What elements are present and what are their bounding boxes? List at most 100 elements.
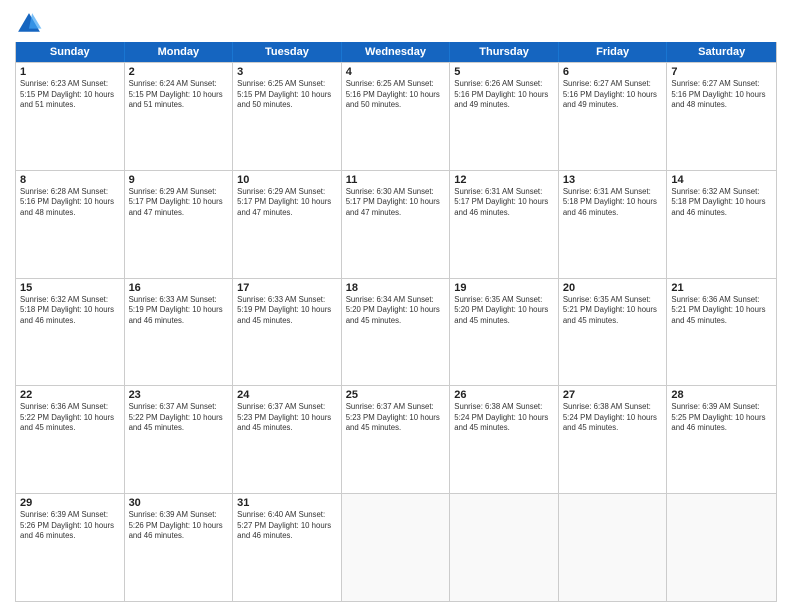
day-number: 30 xyxy=(129,497,229,509)
day-number: 23 xyxy=(129,389,229,401)
cell-info: Sunrise: 6:29 AM Sunset: 5:17 PM Dayligh… xyxy=(237,187,337,219)
day-number: 17 xyxy=(237,282,337,294)
cell-info: Sunrise: 6:26 AM Sunset: 5:16 PM Dayligh… xyxy=(454,79,554,111)
calendar-cell: 15Sunrise: 6:32 AM Sunset: 5:18 PM Dayli… xyxy=(16,279,125,386)
calendar-cell: 19Sunrise: 6:35 AM Sunset: 5:20 PM Dayli… xyxy=(450,279,559,386)
day-number: 4 xyxy=(346,66,446,78)
calendar-cell: 25Sunrise: 6:37 AM Sunset: 5:23 PM Dayli… xyxy=(342,386,451,493)
calendar-cell: 23Sunrise: 6:37 AM Sunset: 5:22 PM Dayli… xyxy=(125,386,234,493)
logo xyxy=(15,10,47,38)
cell-info: Sunrise: 6:37 AM Sunset: 5:23 PM Dayligh… xyxy=(346,402,446,434)
day-number: 2 xyxy=(129,66,229,78)
day-number: 5 xyxy=(454,66,554,78)
weekday-header: Thursday xyxy=(450,42,559,62)
cell-info: Sunrise: 6:31 AM Sunset: 5:17 PM Dayligh… xyxy=(454,187,554,219)
calendar-cell: 31Sunrise: 6:40 AM Sunset: 5:27 PM Dayli… xyxy=(233,494,342,601)
calendar-cell: 5Sunrise: 6:26 AM Sunset: 5:16 PM Daylig… xyxy=(450,63,559,170)
day-number: 11 xyxy=(346,174,446,186)
day-number: 18 xyxy=(346,282,446,294)
calendar-cell: 9Sunrise: 6:29 AM Sunset: 5:17 PM Daylig… xyxy=(125,171,234,278)
weekday-header: Sunday xyxy=(16,42,125,62)
logo-icon xyxy=(15,10,43,38)
weekday-header: Friday xyxy=(559,42,668,62)
cell-info: Sunrise: 6:32 AM Sunset: 5:18 PM Dayligh… xyxy=(20,295,120,327)
calendar-row: 29Sunrise: 6:39 AM Sunset: 5:26 PM Dayli… xyxy=(16,493,776,601)
calendar-body: 1Sunrise: 6:23 AM Sunset: 5:15 PM Daylig… xyxy=(16,62,776,601)
calendar: SundayMondayTuesdayWednesdayThursdayFrid… xyxy=(15,42,777,602)
calendar-cell xyxy=(450,494,559,601)
calendar-cell: 8Sunrise: 6:28 AM Sunset: 5:16 PM Daylig… xyxy=(16,171,125,278)
cell-info: Sunrise: 6:27 AM Sunset: 5:16 PM Dayligh… xyxy=(671,79,772,111)
calendar-cell: 1Sunrise: 6:23 AM Sunset: 5:15 PM Daylig… xyxy=(16,63,125,170)
weekday-header: Monday xyxy=(125,42,234,62)
day-number: 7 xyxy=(671,66,772,78)
cell-info: Sunrise: 6:33 AM Sunset: 5:19 PM Dayligh… xyxy=(237,295,337,327)
calendar-cell: 22Sunrise: 6:36 AM Sunset: 5:22 PM Dayli… xyxy=(16,386,125,493)
calendar-cell: 18Sunrise: 6:34 AM Sunset: 5:20 PM Dayli… xyxy=(342,279,451,386)
calendar-cell: 10Sunrise: 6:29 AM Sunset: 5:17 PM Dayli… xyxy=(233,171,342,278)
calendar-cell: 13Sunrise: 6:31 AM Sunset: 5:18 PM Dayli… xyxy=(559,171,668,278)
day-number: 26 xyxy=(454,389,554,401)
day-number: 19 xyxy=(454,282,554,294)
day-number: 9 xyxy=(129,174,229,186)
cell-info: Sunrise: 6:35 AM Sunset: 5:21 PM Dayligh… xyxy=(563,295,663,327)
calendar-cell: 30Sunrise: 6:39 AM Sunset: 5:26 PM Dayli… xyxy=(125,494,234,601)
cell-info: Sunrise: 6:40 AM Sunset: 5:27 PM Dayligh… xyxy=(237,510,337,542)
day-number: 24 xyxy=(237,389,337,401)
weekday-header: Saturday xyxy=(667,42,776,62)
day-number: 13 xyxy=(563,174,663,186)
calendar-row: 22Sunrise: 6:36 AM Sunset: 5:22 PM Dayli… xyxy=(16,385,776,493)
calendar-cell: 7Sunrise: 6:27 AM Sunset: 5:16 PM Daylig… xyxy=(667,63,776,170)
calendar-header: SundayMondayTuesdayWednesdayThursdayFrid… xyxy=(16,42,776,62)
calendar-cell: 28Sunrise: 6:39 AM Sunset: 5:25 PM Dayli… xyxy=(667,386,776,493)
day-number: 6 xyxy=(563,66,663,78)
cell-info: Sunrise: 6:39 AM Sunset: 5:26 PM Dayligh… xyxy=(129,510,229,542)
cell-info: Sunrise: 6:25 AM Sunset: 5:15 PM Dayligh… xyxy=(237,79,337,111)
cell-info: Sunrise: 6:29 AM Sunset: 5:17 PM Dayligh… xyxy=(129,187,229,219)
calendar-cell: 17Sunrise: 6:33 AM Sunset: 5:19 PM Dayli… xyxy=(233,279,342,386)
calendar-cell: 2Sunrise: 6:24 AM Sunset: 5:15 PM Daylig… xyxy=(125,63,234,170)
cell-info: Sunrise: 6:30 AM Sunset: 5:17 PM Dayligh… xyxy=(346,187,446,219)
cell-info: Sunrise: 6:34 AM Sunset: 5:20 PM Dayligh… xyxy=(346,295,446,327)
calendar-cell: 3Sunrise: 6:25 AM Sunset: 5:15 PM Daylig… xyxy=(233,63,342,170)
day-number: 8 xyxy=(20,174,120,186)
day-number: 3 xyxy=(237,66,337,78)
cell-info: Sunrise: 6:32 AM Sunset: 5:18 PM Dayligh… xyxy=(671,187,772,219)
day-number: 20 xyxy=(563,282,663,294)
day-number: 27 xyxy=(563,389,663,401)
calendar-cell: 12Sunrise: 6:31 AM Sunset: 5:17 PM Dayli… xyxy=(450,171,559,278)
day-number: 31 xyxy=(237,497,337,509)
cell-info: Sunrise: 6:39 AM Sunset: 5:25 PM Dayligh… xyxy=(671,402,772,434)
calendar-cell: 16Sunrise: 6:33 AM Sunset: 5:19 PM Dayli… xyxy=(125,279,234,386)
cell-info: Sunrise: 6:38 AM Sunset: 5:24 PM Dayligh… xyxy=(563,402,663,434)
calendar-cell: 4Sunrise: 6:25 AM Sunset: 5:16 PM Daylig… xyxy=(342,63,451,170)
cell-info: Sunrise: 6:24 AM Sunset: 5:15 PM Dayligh… xyxy=(129,79,229,111)
calendar-cell: 29Sunrise: 6:39 AM Sunset: 5:26 PM Dayli… xyxy=(16,494,125,601)
day-number: 12 xyxy=(454,174,554,186)
calendar-cell xyxy=(667,494,776,601)
calendar-row: 8Sunrise: 6:28 AM Sunset: 5:16 PM Daylig… xyxy=(16,170,776,278)
day-number: 28 xyxy=(671,389,772,401)
calendar-cell: 11Sunrise: 6:30 AM Sunset: 5:17 PM Dayli… xyxy=(342,171,451,278)
day-number: 16 xyxy=(129,282,229,294)
cell-info: Sunrise: 6:28 AM Sunset: 5:16 PM Dayligh… xyxy=(20,187,120,219)
calendar-cell: 27Sunrise: 6:38 AM Sunset: 5:24 PM Dayli… xyxy=(559,386,668,493)
calendar-row: 1Sunrise: 6:23 AM Sunset: 5:15 PM Daylig… xyxy=(16,62,776,170)
calendar-cell xyxy=(559,494,668,601)
calendar-cell: 24Sunrise: 6:37 AM Sunset: 5:23 PM Dayli… xyxy=(233,386,342,493)
calendar-cell: 26Sunrise: 6:38 AM Sunset: 5:24 PM Dayli… xyxy=(450,386,559,493)
day-number: 15 xyxy=(20,282,120,294)
weekday-header: Tuesday xyxy=(233,42,342,62)
cell-info: Sunrise: 6:36 AM Sunset: 5:22 PM Dayligh… xyxy=(20,402,120,434)
cell-info: Sunrise: 6:33 AM Sunset: 5:19 PM Dayligh… xyxy=(129,295,229,327)
weekday-header: Wednesday xyxy=(342,42,451,62)
cell-info: Sunrise: 6:38 AM Sunset: 5:24 PM Dayligh… xyxy=(454,402,554,434)
day-number: 25 xyxy=(346,389,446,401)
calendar-row: 15Sunrise: 6:32 AM Sunset: 5:18 PM Dayli… xyxy=(16,278,776,386)
header xyxy=(15,10,777,38)
day-number: 1 xyxy=(20,66,120,78)
calendar-cell: 14Sunrise: 6:32 AM Sunset: 5:18 PM Dayli… xyxy=(667,171,776,278)
calendar-cell: 21Sunrise: 6:36 AM Sunset: 5:21 PM Dayli… xyxy=(667,279,776,386)
cell-info: Sunrise: 6:37 AM Sunset: 5:23 PM Dayligh… xyxy=(237,402,337,434)
cell-info: Sunrise: 6:39 AM Sunset: 5:26 PM Dayligh… xyxy=(20,510,120,542)
